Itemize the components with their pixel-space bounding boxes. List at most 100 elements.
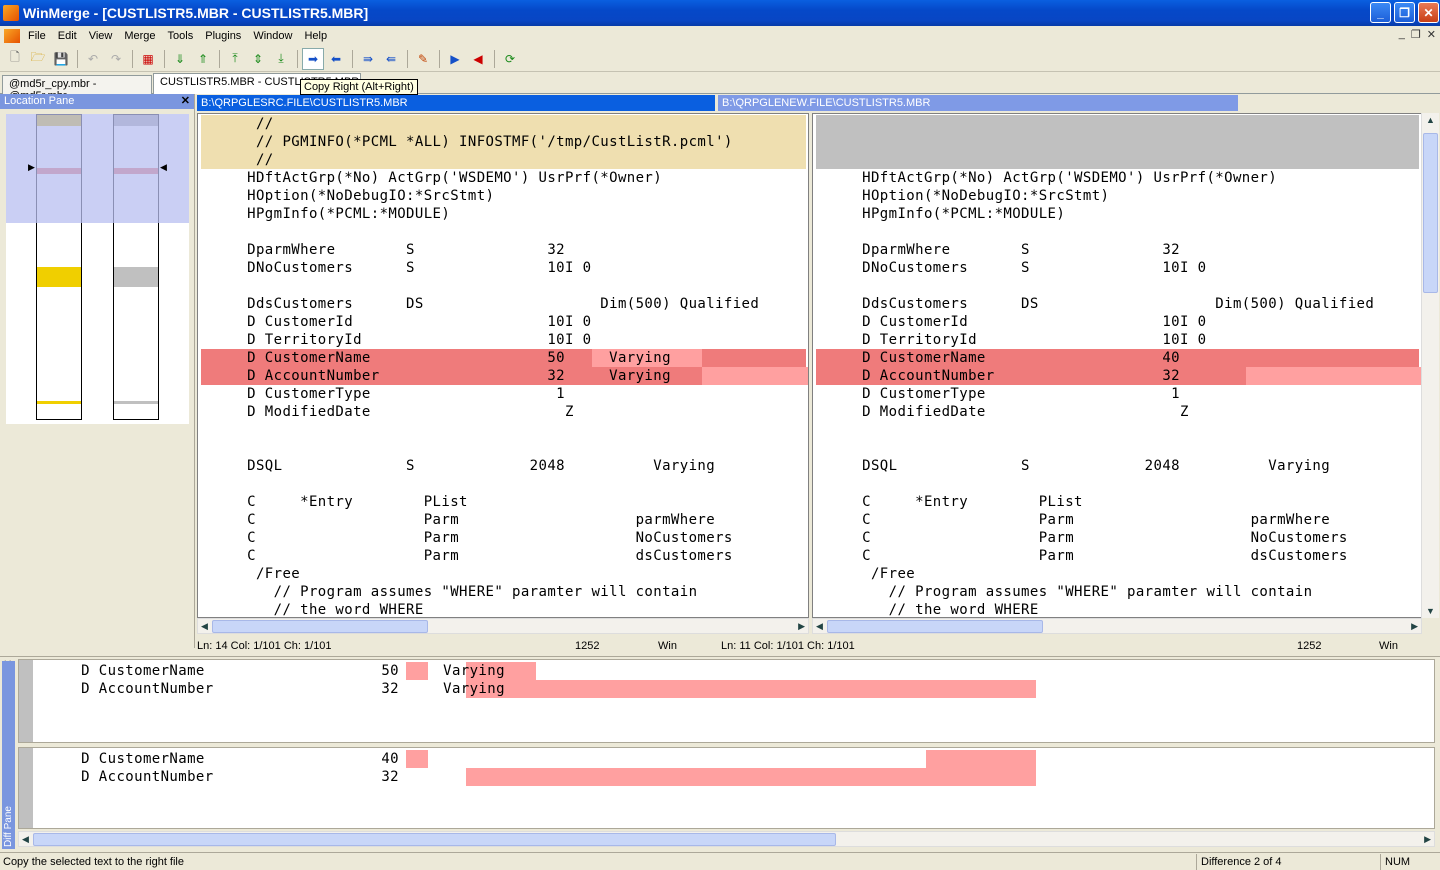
next-file-icon[interactable]: ▶ bbox=[444, 48, 466, 70]
left-editor-pane[interactable]: // // PGMINFO(*PCML *ALL) INFOSTMF('/tmp… bbox=[197, 113, 809, 618]
code-line[interactable] bbox=[813, 277, 1421, 295]
menu-tools[interactable]: Tools bbox=[162, 30, 200, 42]
code-line[interactable]: DNoCustomers S 10I 0 bbox=[198, 259, 808, 277]
right-horizontal-scrollbar[interactable]: ◀ ▶ bbox=[812, 618, 1422, 634]
scroll-up-icon[interactable]: ▲ bbox=[1426, 115, 1435, 125]
code-line[interactable]: D AccountNumber 32 Varying bbox=[201, 367, 808, 385]
code-line[interactable]: // bbox=[201, 115, 806, 133]
code-line[interactable]: HOption(*NoDebugIO:*SrcStmt) bbox=[813, 187, 1421, 205]
code-line[interactable] bbox=[816, 115, 1419, 133]
code-line[interactable]: D CustomerId 10I 0 bbox=[813, 313, 1421, 331]
code-line[interactable]: // bbox=[201, 151, 806, 169]
code-line[interactable]: C Parm parmWhere bbox=[813, 511, 1421, 529]
code-line[interactable]: // the word WHERE bbox=[813, 601, 1421, 617]
code-line[interactable]: D CustomerName 50 Varying bbox=[201, 349, 806, 367]
code-line[interactable]: HPgmInfo(*PCML:*MODULE) bbox=[198, 205, 808, 223]
code-line[interactable]: C Parm NoCustomers bbox=[813, 529, 1421, 547]
diff-horizontal-scrollbar[interactable]: ◀ ▶ bbox=[18, 831, 1435, 847]
code-line[interactable] bbox=[813, 223, 1421, 241]
code-line[interactable]: HPgmInfo(*PCML:*MODULE) bbox=[813, 205, 1421, 223]
mdi-minimize-icon[interactable]: _ bbox=[1399, 28, 1405, 41]
code-line[interactable]: // Program assumes "WHERE" paramter will… bbox=[813, 583, 1421, 601]
code-line[interactable]: // PGMINFO(*PCML *ALL) INFOSTMF('/tmp/Cu… bbox=[201, 133, 806, 151]
prev-file-icon[interactable]: ◀ bbox=[467, 48, 489, 70]
code-line[interactable]: C Parm dsCustomers bbox=[813, 547, 1421, 565]
menu-window[interactable]: Window bbox=[247, 30, 298, 42]
scroll-left-icon[interactable]: ◀ bbox=[22, 834, 29, 845]
refresh-icon[interactable]: ⟳ bbox=[499, 48, 521, 70]
code-line[interactable]: HDftActGrp(*No) ActGrp('WSDEMO') UsrPrf(… bbox=[813, 169, 1421, 187]
scroll-right-icon[interactable]: ▶ bbox=[1411, 621, 1418, 632]
menu-merge[interactable]: Merge bbox=[118, 30, 161, 42]
diff-line[interactable]: D AccountNumber 32 Varying bbox=[37, 680, 1432, 698]
new-icon[interactable]: 🗋 bbox=[4, 48, 26, 70]
code-line[interactable] bbox=[198, 421, 808, 439]
last-diff-icon[interactable]: ⤓ bbox=[270, 48, 292, 70]
menu-edit[interactable]: Edit bbox=[52, 30, 83, 42]
code-line[interactable]: // Program assumes "WHERE" paramter will… bbox=[198, 583, 808, 601]
code-line[interactable]: C Parm parmWhere bbox=[198, 511, 808, 529]
diff-line[interactable]: D CustomerName 40 bbox=[37, 750, 1432, 768]
diff-right-panel[interactable]: D CustomerName 40 D AccountNumber 32 bbox=[18, 747, 1435, 829]
next-diff-icon[interactable]: ⇓ bbox=[169, 48, 191, 70]
code-line[interactable]: /Free bbox=[198, 565, 808, 583]
menu-view[interactable]: View bbox=[83, 30, 119, 42]
code-line[interactable]: DSQL S 2048 Varying bbox=[813, 457, 1421, 475]
code-line[interactable]: DSQL S 2048 Varying bbox=[198, 457, 808, 475]
diff-line[interactable]: D CustomerName 50 Varying bbox=[37, 662, 1432, 680]
code-line[interactable] bbox=[198, 475, 808, 493]
code-line[interactable] bbox=[198, 439, 808, 457]
prev-diff-icon[interactable]: ⇑ bbox=[192, 48, 214, 70]
code-line[interactable]: D TerritoryId 10I 0 bbox=[198, 331, 808, 349]
options-icon[interactable]: ▦ bbox=[137, 48, 159, 70]
code-line[interactable]: DdsCustomers DS Dim(500) Qualified bbox=[198, 295, 808, 313]
undo-icon[interactable]: ↶ bbox=[82, 48, 104, 70]
copy-all-right-icon[interactable]: ⇛ bbox=[357, 48, 379, 70]
mdi-restore-icon[interactable]: ❐ bbox=[1411, 28, 1421, 41]
redo-icon[interactable]: ↷ bbox=[105, 48, 127, 70]
tab-md5r[interactable]: @md5r_cpy.mbr - @md5r.mbr bbox=[2, 75, 152, 102]
scroll-left-icon[interactable]: ◀ bbox=[816, 621, 823, 632]
code-line[interactable]: /Free bbox=[813, 565, 1421, 583]
code-line[interactable] bbox=[198, 277, 808, 295]
code-line[interactable]: D CustomerId 10I 0 bbox=[198, 313, 808, 331]
code-line[interactable]: HDftActGrp(*No) ActGrp('WSDEMO') UsrPrf(… bbox=[198, 169, 808, 187]
diff-left-panel[interactable]: D CustomerName 50 Varying D AccountNumbe… bbox=[18, 659, 1435, 743]
code-line[interactable] bbox=[816, 151, 1419, 169]
code-line[interactable]: D TerritoryId 10I 0 bbox=[813, 331, 1421, 349]
menu-file[interactable]: File bbox=[22, 30, 52, 42]
code-line[interactable] bbox=[813, 421, 1421, 439]
copy-all-left-icon[interactable]: ⇚ bbox=[380, 48, 402, 70]
copy-right-icon[interactable]: ➡ bbox=[302, 47, 324, 70]
code-line[interactable]: D AccountNumber 32 bbox=[816, 367, 1421, 385]
scroll-right-icon[interactable]: ▶ bbox=[798, 621, 805, 632]
code-line[interactable]: D ModifiedDate Z bbox=[813, 403, 1421, 421]
open-icon[interactable]: 🗁 bbox=[27, 48, 49, 70]
code-line[interactable]: C Parm NoCustomers bbox=[198, 529, 808, 547]
diff-line[interactable]: D AccountNumber 32 bbox=[37, 768, 1432, 786]
first-diff-icon[interactable]: ⤒ bbox=[224, 48, 246, 70]
code-line[interactable]: D CustomerName 40 bbox=[816, 349, 1419, 367]
minimize-button[interactable]: _ bbox=[1370, 2, 1391, 23]
save-icon[interactable]: 💾 bbox=[50, 48, 72, 70]
left-horizontal-scrollbar[interactable]: ◀ ▶ bbox=[197, 618, 809, 634]
code-line[interactable]: DNoCustomers S 10I 0 bbox=[813, 259, 1421, 277]
code-line[interactable]: C *Entry PList bbox=[813, 493, 1421, 511]
code-line[interactable]: C *Entry PList bbox=[198, 493, 808, 511]
copy-left-icon[interactable]: ⬅ bbox=[325, 48, 347, 70]
code-line[interactable]: D ModifiedDate Z bbox=[198, 403, 808, 421]
code-line[interactable]: HOption(*NoDebugIO:*SrcStmt) bbox=[198, 187, 808, 205]
code-line[interactable] bbox=[813, 439, 1421, 457]
code-line[interactable]: DparmWhere S 32 bbox=[198, 241, 808, 259]
code-line[interactable]: DdsCustomers DS Dim(500) Qualified bbox=[813, 295, 1421, 313]
code-line[interactable]: C Parm dsCustomers bbox=[198, 547, 808, 565]
scroll-down-icon[interactable]: ▼ bbox=[1426, 606, 1435, 616]
code-line[interactable] bbox=[813, 475, 1421, 493]
vertical-scrollbar[interactable]: ▲ ▼ bbox=[1421, 113, 1439, 618]
maximize-button[interactable]: ❐ bbox=[1394, 2, 1415, 23]
code-line[interactable]: // the word WHERE bbox=[198, 601, 808, 617]
code-line[interactable]: D CustomerType 1 bbox=[813, 385, 1421, 403]
edit-icon[interactable]: ✎ bbox=[412, 48, 434, 70]
menu-plugins[interactable]: Plugins bbox=[199, 30, 247, 42]
code-line[interactable]: DparmWhere S 32 bbox=[813, 241, 1421, 259]
